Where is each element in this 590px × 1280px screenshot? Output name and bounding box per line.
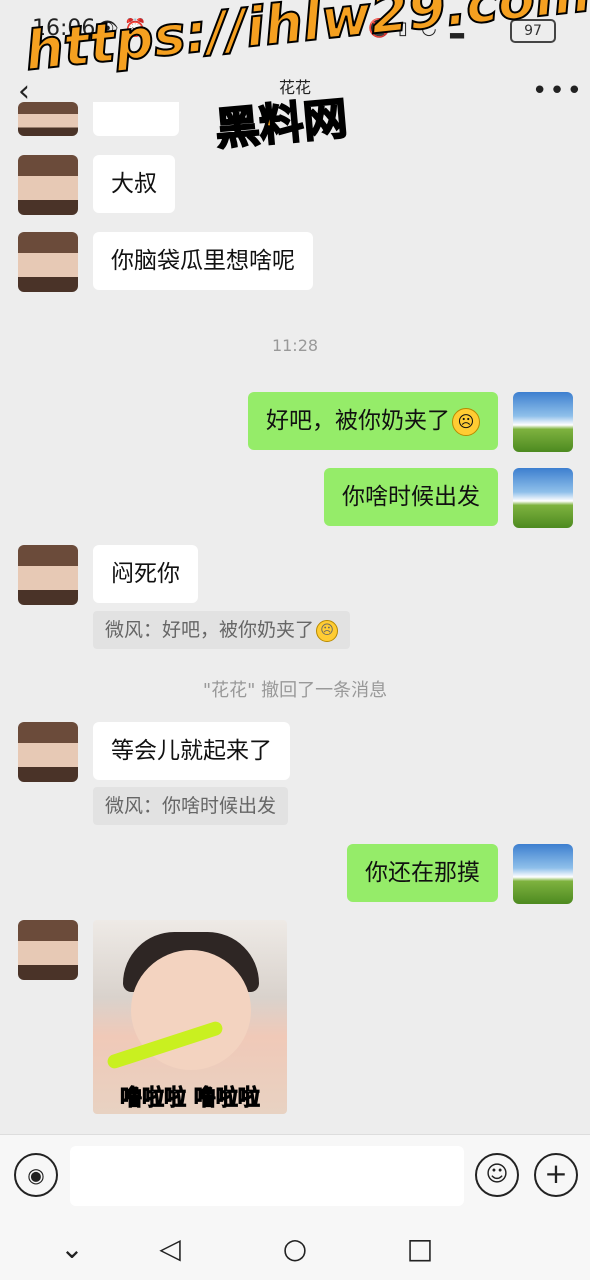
- more-dots-icon[interactable]: •••: [532, 76, 584, 106]
- sticker-image[interactable]: 噜啦啦 噜啦啦: [93, 920, 287, 1114]
- quoted-reply[interactable]: 微风：你啥时候出发: [93, 787, 289, 825]
- contact-avatar[interactable]: [18, 155, 78, 215]
- message-bubble-received[interactable]: 你脑袋瓜里想啥呢: [93, 232, 313, 290]
- message-timestamp: 11:28: [271, 336, 319, 355]
- frown-emoji-icon: ☹: [452, 407, 480, 436]
- recents-square-icon[interactable]: □: [400, 1232, 440, 1266]
- message-bubble-partial: [93, 102, 179, 136]
- back-triangle-icon[interactable]: ◁: [150, 1232, 190, 1266]
- contact-avatar[interactable]: [18, 920, 78, 980]
- home-circle-icon[interactable]: ○: [275, 1232, 315, 1266]
- self-avatar[interactable]: [513, 468, 573, 528]
- recall-notice: "花花" 撤回了一条消息: [202, 680, 388, 701]
- self-avatar[interactable]: [513, 844, 573, 904]
- message-text: 好吧，被你奶夹了: [266, 408, 450, 434]
- frown-emoji-icon: ☹: [316, 619, 339, 642]
- voice-icon[interactable]: ◉: [14, 1153, 58, 1197]
- message-input[interactable]: [70, 1146, 464, 1206]
- message-bubble-received[interactable]: 等会儿就起来了: [93, 722, 290, 780]
- plus-icon[interactable]: +: [534, 1153, 578, 1197]
- sticker-caption: 噜啦啦 噜啦啦: [120, 1086, 261, 1112]
- self-avatar[interactable]: [513, 392, 573, 452]
- contact-avatar[interactable]: [18, 722, 78, 782]
- message-bubble-sent[interactable]: 好吧，被你奶夹了 ☹: [248, 392, 498, 450]
- contact-avatar[interactable]: [18, 232, 78, 292]
- message-bubble-sent[interactable]: 你啥时候出发: [324, 468, 498, 526]
- message-bubble-received[interactable]: 闷死你: [93, 545, 198, 603]
- contact-avatar[interactable]: [18, 102, 78, 136]
- quoted-reply[interactable]: 微风：好吧，被你奶夹了 ☹: [93, 611, 351, 649]
- message-bubble-received[interactable]: 大叔: [93, 155, 175, 213]
- quote-text: 微风：好吧，被你奶夹了: [105, 619, 315, 641]
- message-bubble-sent[interactable]: 你还在那摸: [347, 844, 498, 902]
- watermark-site-name: 黑料网: [212, 92, 350, 156]
- chevron-down-icon[interactable]: ⌄: [52, 1232, 92, 1266]
- contact-avatar[interactable]: [18, 545, 78, 605]
- smiley-icon[interactable]: ☺: [475, 1153, 519, 1197]
